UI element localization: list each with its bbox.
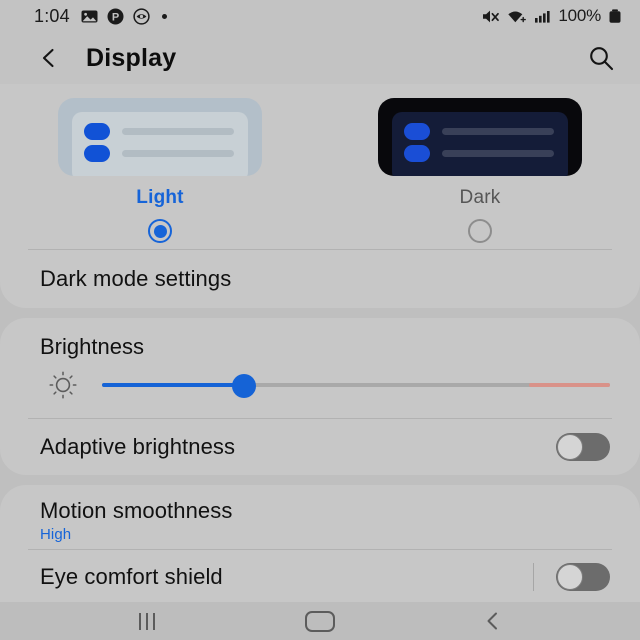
signal-bars-icon	[534, 8, 551, 25]
image-icon	[81, 8, 98, 25]
battery-full-icon	[608, 8, 622, 25]
battery-percent-text: 100%	[558, 6, 601, 25]
adaptive-brightness-toggle[interactable]	[556, 433, 610, 461]
search-button[interactable]	[584, 41, 618, 75]
app-bar: Display	[0, 32, 640, 84]
row-title: Adaptive brightness	[40, 434, 236, 459]
light-theme-preview	[58, 98, 262, 176]
row-eye-comfort-shield[interactable]: Eye comfort shield	[0, 550, 640, 602]
dark-theme-preview	[378, 98, 582, 176]
navigation-bar	[0, 602, 640, 640]
toggle-divider	[533, 563, 534, 591]
dark-theme-radio[interactable]	[468, 219, 492, 243]
dot-icon	[161, 13, 167, 19]
svg-text:P: P	[112, 11, 119, 23]
brightness-title: Brightness	[40, 334, 144, 359]
status-bar-left: 1:04 P	[34, 6, 167, 27]
display-options-card: Motion smoothness High Eye comfort shiel…	[0, 485, 640, 602]
brightness-slider[interactable]	[102, 373, 610, 398]
back-button[interactable]	[34, 43, 64, 73]
slider-fill	[102, 383, 245, 387]
light-theme-label: Light	[136, 187, 184, 208]
dark-theme-label: Dark	[459, 187, 501, 208]
preview-line-row	[404, 123, 554, 140]
preview-line-row	[404, 145, 554, 162]
status-bar: 1:04 P 100%	[0, 0, 640, 32]
theme-card: Light Dark Dark mode settings	[0, 84, 640, 308]
theme-chooser: Light Dark	[0, 84, 640, 249]
preview-line-row	[84, 123, 234, 140]
row-title: Motion smoothness	[40, 497, 233, 523]
preview-bar	[442, 150, 554, 157]
preview-bar	[442, 128, 554, 135]
preview-bar	[122, 128, 234, 135]
row-adaptive-brightness[interactable]: Adaptive brightness	[0, 419, 640, 475]
row-motion-smoothness[interactable]: Motion smoothness High	[0, 485, 640, 549]
search-icon	[590, 47, 614, 71]
status-bar-right: 100%	[481, 6, 622, 26]
chevron-left-icon	[42, 48, 54, 68]
preview-dot-icon	[84, 145, 110, 162]
preview-dot-icon	[404, 145, 430, 162]
phone-screen: 1:04 P 100% Display Light Dark Dark mode…	[0, 0, 640, 640]
nav-back-button[interactable]	[463, 606, 523, 636]
preview-panel	[392, 112, 568, 176]
status-time: 1:04	[34, 5, 70, 26]
preview-bar	[122, 150, 234, 157]
preview-panel	[72, 112, 248, 176]
eye-icon	[133, 7, 150, 25]
page-title: Display	[86, 43, 177, 72]
preview-dot-icon	[404, 123, 430, 140]
slider-warm-segment	[528, 383, 610, 387]
wifi-plus-icon	[507, 8, 527, 25]
theme-option-light[interactable]: Light	[0, 98, 320, 243]
parking-p-icon: P	[107, 8, 124, 25]
settings-scroll-area[interactable]: Light Dark Dark mode settings Brightness…	[0, 84, 640, 602]
home-button[interactable]	[290, 606, 350, 636]
row-texts: Motion smoothness High	[40, 498, 610, 543]
row-title: Eye comfort shield	[40, 564, 223, 589]
brightness-sun-icon	[46, 368, 80, 402]
mute-icon	[481, 8, 500, 25]
row-texts: Adaptive brightness	[40, 434, 556, 460]
eye-comfort-shield-toggle[interactable]	[556, 563, 610, 591]
recents-button[interactable]	[117, 606, 177, 636]
row-title: Dark mode settings	[40, 266, 232, 291]
toggle-knob	[557, 564, 583, 590]
row-texts: Dark mode settings	[40, 266, 610, 292]
row-subtitle: High	[40, 525, 72, 543]
home-icon	[304, 610, 335, 632]
recents-icon	[138, 612, 155, 630]
brightness-card: Brightness Adaptive brightness	[0, 318, 640, 475]
row-texts: Eye comfort shield	[40, 564, 533, 590]
back-icon	[487, 612, 498, 630]
preview-dot-icon	[84, 123, 110, 140]
slider-thumb[interactable]	[232, 374, 257, 398]
row-dark-mode-settings[interactable]: Dark mode settings	[0, 250, 640, 308]
light-theme-radio[interactable]	[148, 219, 172, 243]
brightness-slider-row	[0, 362, 640, 418]
preview-line-row	[84, 145, 234, 162]
theme-option-dark[interactable]: Dark	[320, 98, 640, 243]
toggle-knob	[557, 434, 583, 460]
